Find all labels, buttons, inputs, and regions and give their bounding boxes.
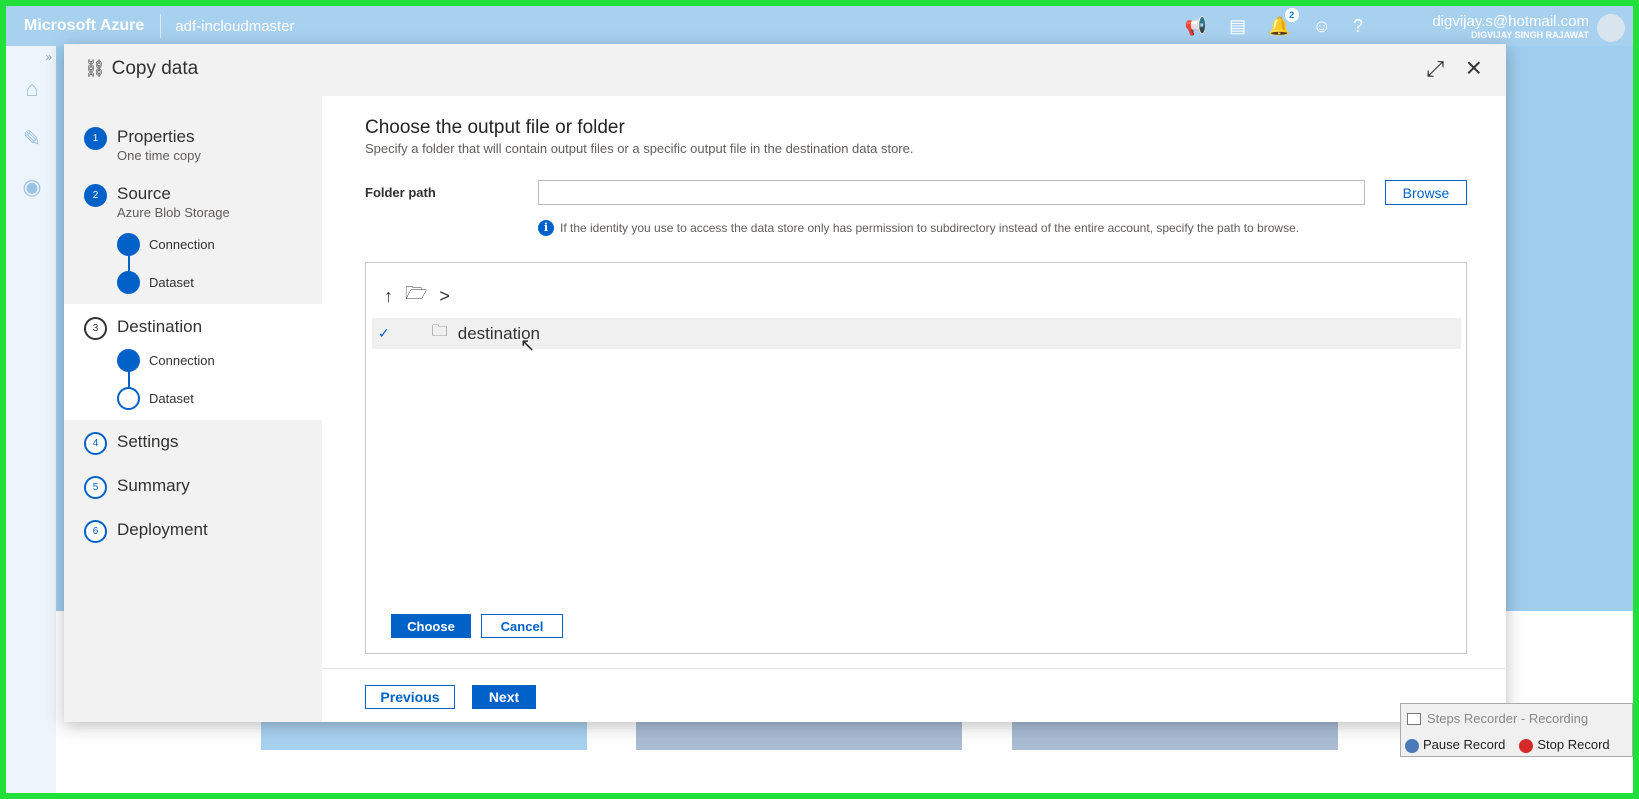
factory-name[interactable]: adf-incloudmaster (161, 18, 294, 35)
cancel-button[interactable]: Cancel (481, 614, 563, 638)
close-icon[interactable]: × (1466, 52, 1482, 84)
step-label: Summary (117, 476, 190, 495)
substep-dot (117, 387, 140, 410)
copy-data-dialog: ⛓ Copy data ⤢ × 1 Properties One time co… (64, 44, 1506, 722)
step-summary[interactable]: 5 Summary (84, 476, 190, 499)
substep-label: Dataset (149, 391, 194, 406)
step-deployment[interactable]: 6 Deployment (84, 520, 208, 543)
expand-icon[interactable]: ⤢ (1426, 56, 1444, 82)
author-pencil-icon[interactable]: ✎ (18, 126, 46, 154)
folder-browser: ↑ 🗁 > ✓ 🗀 destination ↖ Choose Cancel (365, 262, 1467, 654)
recorder-buttons: Pause Record Stop Record (1405, 737, 1610, 753)
stop-record-label: Stop Record (1537, 737, 1610, 752)
step-label: Deployment (117, 520, 208, 539)
notification-badge: 2 (1284, 7, 1299, 22)
feedback-smiley-icon[interactable]: ☺ (1313, 16, 1331, 37)
copy-data-icon: ⛓ (84, 59, 106, 78)
wizard-steps: 1 Properties One time copy 2 Source Azur… (64, 96, 322, 722)
step-number: 5 (84, 476, 107, 499)
expand-nav-icon[interactable]: » (45, 50, 52, 64)
step-label: Properties (117, 127, 195, 146)
substep-dot (117, 349, 140, 372)
next-button[interactable]: Next (472, 685, 536, 709)
footer-divider (322, 668, 1506, 669)
directory-filter-icon[interactable]: ▤ (1229, 16, 1246, 37)
stop-record-button[interactable]: Stop Record (1519, 737, 1610, 753)
recorder-title-text: Steps Recorder - Recording (1427, 711, 1589, 726)
step-settings[interactable]: 4 Settings (84, 432, 178, 455)
user-account[interactable]: digvijay.s@hotmail.com DIGVIJAY SINGH RA… (1432, 13, 1589, 41)
pause-icon (1405, 738, 1419, 753)
topbar-icons: 📢 ▤ 🔔 2 ☺ ? (1185, 6, 1363, 46)
substep-dot (117, 271, 140, 294)
stop-icon (1519, 738, 1534, 753)
browser-toolbar: ↑ 🗁 > (384, 281, 450, 311)
background-tile (1012, 718, 1338, 750)
mouse-cursor-icon: ↖ (520, 335, 536, 355)
avatar[interactable] (1597, 14, 1625, 42)
home-icon[interactable]: ⌂ (18, 76, 46, 104)
step-sublabel: One time copy (117, 148, 201, 163)
background-tile (636, 718, 962, 750)
step-label: Source (117, 184, 171, 203)
folder-path-input[interactable] (538, 180, 1365, 205)
checkmark-icon[interactable]: ✓ (378, 325, 390, 342)
dialog-title: ⛓ Copy data (84, 58, 198, 80)
list-item[interactable]: ✓ 🗀 destination (372, 318, 1461, 349)
substep-destination-connection[interactable]: Connection (117, 349, 215, 372)
left-nav: » ⌂ ✎ ◉ (6, 46, 56, 793)
info-text: If the identity you use to access the da… (560, 221, 1300, 235)
substep-destination-dataset[interactable]: Dataset (117, 387, 194, 410)
open-folder-icon[interactable]: 🗁 (405, 281, 427, 311)
choose-button[interactable]: Choose (391, 614, 471, 638)
help-icon[interactable]: ? (1353, 16, 1363, 37)
breadcrumb-separator[interactable]: > (439, 286, 450, 307)
step-source[interactable]: 2 Source Azure Blob Storage (84, 184, 230, 221)
substep-dot (117, 233, 140, 256)
step-sublabel: Azure Blob Storage (117, 205, 230, 220)
step-properties[interactable]: 1 Properties One time copy (84, 127, 201, 164)
step-number: 2 (84, 184, 107, 207)
announcement-icon[interactable]: 📢 (1185, 16, 1207, 37)
brand-label[interactable]: Microsoft Azure (6, 14, 162, 38)
notifications-icon[interactable]: 🔔 2 (1268, 7, 1299, 37)
substep-label: Connection (149, 237, 215, 252)
pause-record-label: Pause Record (1423, 737, 1506, 752)
monitor-gauge-icon[interactable]: ◉ (18, 174, 46, 202)
step-label: Destination (117, 317, 203, 336)
step-number: 1 (84, 127, 107, 150)
substep-source-connection[interactable]: Connection (117, 233, 215, 256)
previous-button[interactable]: Previous (365, 685, 455, 709)
dialog-title-text: Copy data (111, 58, 199, 79)
user-email: digvijay.s@hotmail.com (1432, 13, 1589, 30)
info-note: i If the identity you use to access the … (538, 220, 1299, 236)
dialog-header: ⛓ Copy data ⤢ × (64, 44, 1506, 96)
substep-source-dataset[interactable]: Dataset (117, 271, 194, 294)
step-number: 4 (84, 432, 107, 455)
background-tile (261, 718, 587, 750)
steps-recorder-window: Steps Recorder - Recording Pause Record … (1400, 703, 1633, 757)
substep-label: Dataset (149, 275, 194, 290)
page-description: Specify a folder that will contain outpu… (365, 141, 914, 156)
user-name: DIGVIJAY SINGH RAJAWAT (1471, 30, 1589, 40)
browse-button[interactable]: Browse (1385, 180, 1467, 205)
step-destination[interactable]: 3 Destination (84, 317, 202, 340)
recorder-window-icon (1407, 712, 1421, 725)
pause-record-button[interactable]: Pause Record (1405, 737, 1505, 753)
folder-icon: 🗀 (431, 323, 448, 340)
page-title: Choose the output file or folder (365, 117, 625, 138)
up-arrow-icon[interactable]: ↑ (384, 286, 393, 307)
substep-label: Connection (149, 353, 215, 368)
info-icon: i (538, 220, 554, 236)
step-number: 3 (84, 317, 107, 340)
recorder-title: Steps Recorder - Recording (1407, 711, 1588, 726)
step-number: 6 (84, 520, 107, 543)
step-label: Settings (117, 432, 179, 451)
azure-topbar: Microsoft Azure adf-incloudmaster 📢 ▤ 🔔 2… (6, 6, 1633, 46)
folder-path-label: Folder path (365, 185, 436, 200)
